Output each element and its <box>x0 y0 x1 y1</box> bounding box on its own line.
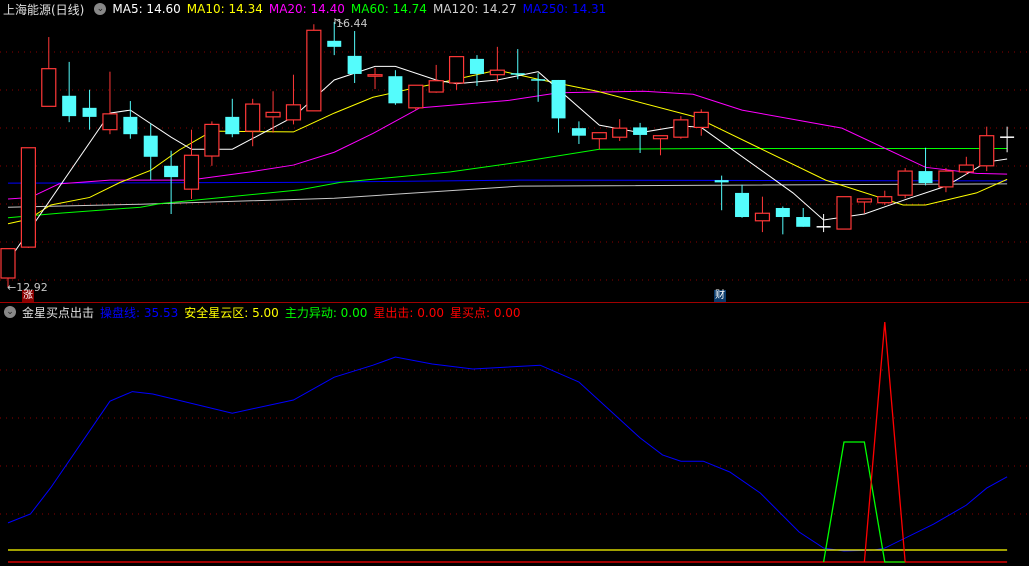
candle-body <box>796 217 811 227</box>
candle-body <box>571 128 586 136</box>
indicator-line-操盘线 <box>7 356 1008 552</box>
candle-body <box>41 68 57 107</box>
financial-report-marker[interactable]: 财 <box>714 290 726 302</box>
candle-body <box>938 170 954 188</box>
ma-label-0: MA5: 14.60 <box>112 2 181 16</box>
candle-body <box>836 196 852 230</box>
candle-body <box>633 127 648 135</box>
candle-body <box>245 103 261 132</box>
candle-body <box>123 116 138 135</box>
candle-body <box>693 111 709 129</box>
candle-body <box>62 95 77 117</box>
candle-body <box>306 29 322 112</box>
candle-body <box>347 55 362 74</box>
candle-body <box>673 119 689 138</box>
ma-legend: MA5: 14.60 MA10: 14.34 MA20: 14.40 MA60: 14… <box>112 2 612 16</box>
candle-body <box>183 154 200 190</box>
candle-body <box>897 170 913 196</box>
candle-body <box>714 180 729 183</box>
candle-body <box>225 116 240 135</box>
candle-body <box>469 58 484 74</box>
candle-body <box>82 107 97 117</box>
ma-label-4: MA120: 14.27 <box>432 2 517 16</box>
candle-body <box>204 123 220 157</box>
candle-body <box>735 192 750 218</box>
indicator-label-0: 操盘线: 35.53 <box>100 305 179 320</box>
candle-body <box>143 135 158 157</box>
candle-body <box>388 76 403 104</box>
indicator-label-4: 星买点: 0.00 <box>449 305 521 320</box>
candle-body <box>285 104 302 121</box>
candle-body <box>265 111 281 118</box>
chart-canvas[interactable] <box>0 0 1029 566</box>
indicator-label-3: 星出击: 0.00 <box>373 305 444 320</box>
candle-body <box>102 113 118 131</box>
candle-body <box>510 73 525 75</box>
high-price-label: 16.44 <box>336 17 368 30</box>
candle-body <box>754 212 771 222</box>
candle-body <box>612 127 628 138</box>
indicator-name[interactable]: 金星买点出击 <box>22 304 94 321</box>
ma-label-2: MA20: 14.40 <box>268 2 345 16</box>
candle-body <box>652 135 669 140</box>
candle-body <box>958 164 974 173</box>
candle-body <box>877 196 893 204</box>
chevron-down-icon[interactable]: ⌄ <box>4 306 16 318</box>
candle-body <box>775 207 790 218</box>
stock-title: 上海能源(日线) <box>3 2 85 17</box>
candle-body <box>367 74 383 77</box>
ma-label-5: MA250: 14.31 <box>522 2 607 16</box>
indicator-header: ⌄ 金星买点出击 操盘线: 35.53 安全星云区: 5.00 主力异动: 0.00… <box>0 303 533 321</box>
ma-label-1: MA10: 14.34 <box>186 2 263 16</box>
candle-body <box>448 56 465 84</box>
ma-label-3: MA60: 14.74 <box>350 2 427 16</box>
candle-body <box>327 40 342 47</box>
main-chart-header: 上海能源(日线) ⌄ MA5: 14.60 MA10: 14.34 MA20: 14… <box>0 0 618 18</box>
candle-body <box>856 198 872 203</box>
candle-body <box>0 248 16 279</box>
indicator-label-2: 主力异动: 0.00 <box>284 305 368 320</box>
candle-body <box>408 84 424 109</box>
candle-body <box>918 171 933 184</box>
candle-body <box>489 69 505 76</box>
indicator-label-1: 安全星云区: 5.00 <box>184 305 279 320</box>
candle-body <box>979 135 995 167</box>
indicator-legend: 操盘线: 35.53 安全星云区: 5.00 主力异动: 0.00 星出击: 0.00… <box>100 304 527 321</box>
candle-body <box>551 79 566 119</box>
candle-body <box>428 80 444 93</box>
candle-body <box>164 165 179 178</box>
candle-body <box>20 147 36 248</box>
limit-up-marker[interactable]: 涨 <box>22 290 34 302</box>
indicator-line-星买点 <box>863 321 906 563</box>
chevron-down-icon[interactable]: ⌄ <box>94 3 107 15</box>
candle-body <box>591 132 607 140</box>
